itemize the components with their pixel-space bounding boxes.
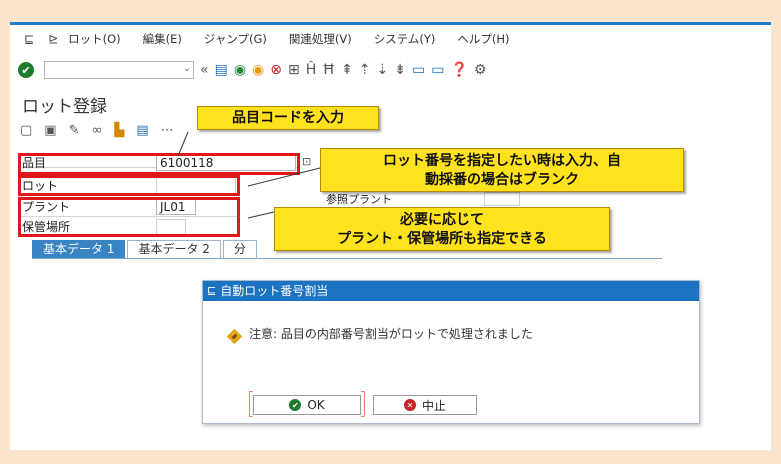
menu-item-related[interactable]: 関連処理(V): [289, 31, 352, 47]
menu-item-help[interactable]: ヘルプ(H): [457, 31, 509, 47]
top-accent-line: [10, 22, 771, 25]
copy-icon[interactable]: ▣: [44, 123, 56, 138]
next-page-icon[interactable]: ⇣: [377, 63, 389, 77]
tab-strip: 基本データ 1 基本データ 2 分: [32, 240, 259, 258]
batch-highlight-box: [18, 175, 240, 196]
new-session-icon[interactable]: ▭: [412, 63, 425, 77]
first-page-icon[interactable]: ⇞: [341, 63, 353, 77]
save-icon[interactable]: ▤: [215, 63, 228, 77]
last-page-icon[interactable]: ⇟: [394, 63, 406, 77]
back-nav-icon[interactable]: ◉: [234, 63, 246, 77]
classification-icon[interactable]: ▙: [114, 123, 124, 138]
find-next-icon[interactable]: Ħ: [322, 63, 335, 77]
cancel-button[interactable]: ✕ 中止: [373, 395, 477, 415]
menu-item-lot[interactable]: ロット(O): [68, 31, 121, 47]
auto-batch-dialog: ⊑ 自動ロット番号割当 注意: 品目の内部番号割当がロットで処理されました ✔ …: [202, 280, 700, 424]
prev-page-icon[interactable]: ⇡: [359, 63, 371, 77]
plant-callout: 必要に応じて プラント・保管場所も指定できる: [274, 207, 610, 251]
sap-window: ⊑ ⊵ ロット(O) 編集(E) ジャンプ(G) 関連処理(V) システム(Y)…: [10, 22, 771, 450]
cancel-icon[interactable]: ⊗: [270, 63, 282, 77]
batch-callout-line1: ロット番号を指定したい時は入力、自: [383, 153, 621, 169]
ok-button[interactable]: ✔ OK: [253, 395, 361, 415]
menu-bar: ⊑ ⊵ ロット(O) 編集(E) ジャンプ(G) 関連処理(V) システム(Y)…: [10, 28, 522, 50]
page-title: ロット登録: [22, 97, 107, 117]
dialog-title-bar: ⊑ 自動ロット番号割当: [203, 281, 699, 301]
menu-item-edit[interactable]: 編集(E): [143, 31, 182, 47]
edit-pencil-icon[interactable]: ✎: [69, 123, 80, 138]
plant-callout-line1: 必要に応じて: [400, 212, 484, 228]
ref-plant-input[interactable]: [484, 192, 520, 206]
shortcut-icon[interactable]: ▭: [431, 63, 444, 77]
command-field[interactable]: ⌄: [44, 61, 194, 79]
window-menu-icon[interactable]: ⊑: [207, 281, 216, 301]
menu-item-jump[interactable]: ジャンプ(G): [204, 31, 267, 47]
menu-item-system[interactable]: システム(Y): [374, 31, 436, 47]
dialog-title: 自動ロット番号割当: [220, 284, 329, 298]
plant-storage-highlight-box: [18, 197, 240, 237]
exit-icon[interactable]: ◉: [252, 63, 264, 77]
details-icon[interactable]: ▤: [136, 123, 148, 138]
tab-basic-data-2[interactable]: 基本データ 2: [127, 240, 221, 258]
application-toolbar: ▢ ▣ ✎ ∞ ▙ ▤ ⋯: [20, 123, 186, 138]
material-callout-text: 品目コードを入力: [232, 110, 344, 126]
dialog-message: 注意: 品目の内部番号割当がロットで処理されました: [249, 327, 533, 341]
tab-underline: [32, 258, 662, 259]
ok-button-label: OK: [307, 398, 325, 412]
standard-toolbar: ✔ ⌄ « ▤ ◉ ◉ ⊗ ⊞ Ĥ Ħ ⇞ ⇡ ⇣ ⇟ ▭ ▭ ❓ ⚙: [10, 58, 486, 82]
back-icon[interactable]: «: [200, 63, 209, 77]
plant-connector: [247, 211, 275, 219]
warning-icon: [226, 328, 243, 345]
find-icon[interactable]: Ĥ: [306, 63, 317, 77]
batch-callout: ロット番号を指定したい時は入力、自 動採番の場合はブランク: [320, 148, 684, 192]
cancel-x-icon: ✕: [403, 399, 416, 411]
new-document-icon[interactable]: ▢: [20, 123, 32, 138]
more-icon[interactable]: ⋯: [161, 123, 174, 138]
plant-callout-line2: プラント・保管場所も指定できる: [337, 231, 547, 247]
chevron-down-icon[interactable]: ⌄: [183, 63, 191, 74]
batch-callout-line2: 動採番の場合はブランク: [425, 172, 579, 188]
help-icon[interactable]: ❓: [450, 63, 467, 77]
settings-icon[interactable]: ⚙: [474, 63, 487, 77]
display-glasses-icon[interactable]: ∞: [92, 123, 103, 138]
menu-list-icon[interactable]: ⊑: [24, 32, 34, 46]
menu-pin-icon[interactable]: ⊵: [48, 32, 58, 46]
ref-plant-label: 参照プラント: [326, 194, 392, 206]
tab-classification[interactable]: 分: [222, 240, 257, 258]
ok-focus-bracket-right: [361, 391, 365, 417]
print-icon[interactable]: ⊞: [288, 63, 300, 77]
check-icon: ✔: [289, 399, 302, 411]
material-highlight-box: [18, 153, 300, 175]
cancel-button-label: 中止: [421, 398, 446, 413]
ok-icon[interactable]: ✔: [18, 62, 34, 78]
tab-basic-data-1[interactable]: 基本データ 1: [32, 240, 126, 258]
material-callout: 品目コードを入力: [197, 106, 379, 130]
search-help-icon[interactable]: ⊡: [302, 155, 311, 168]
